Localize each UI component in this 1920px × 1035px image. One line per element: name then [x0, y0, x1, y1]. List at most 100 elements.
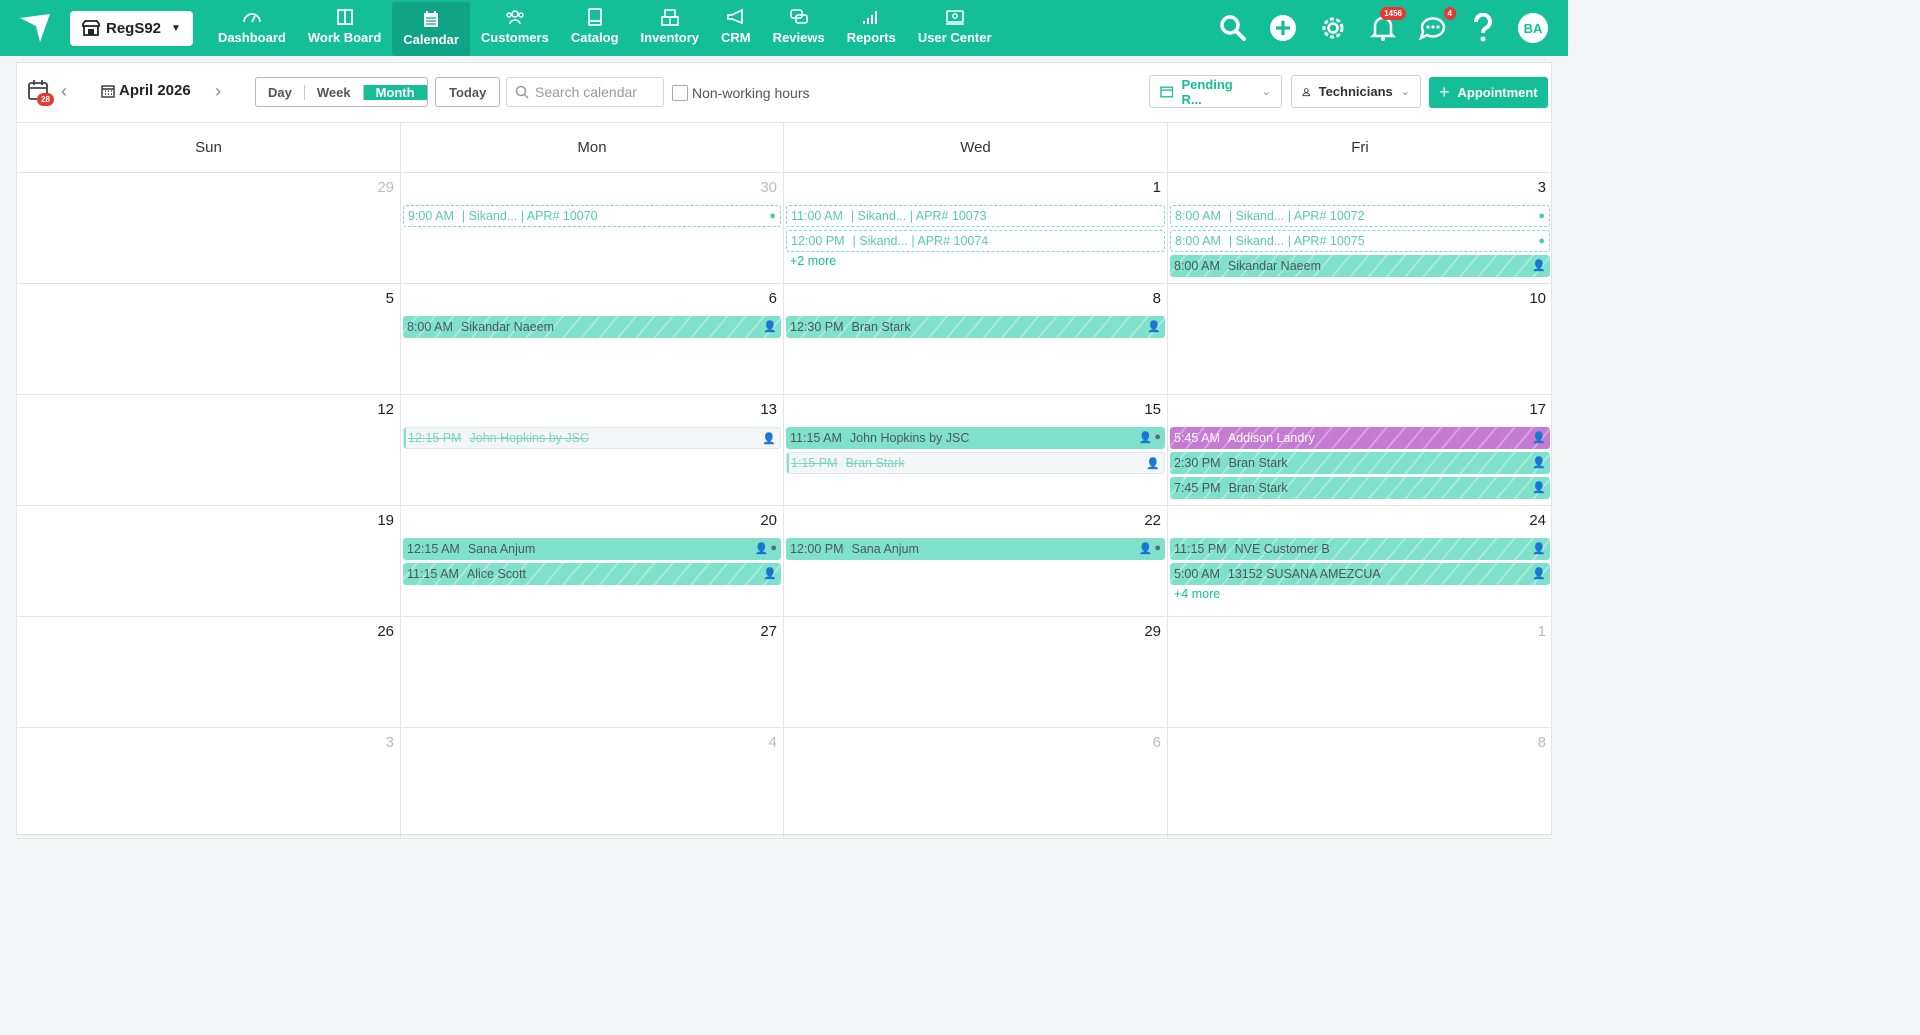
next-month-chevron-icon[interactable]: › [215, 81, 221, 102]
day-cell[interactable]: 1 [1168, 617, 1552, 727]
day-cell[interactable]: 4 [401, 728, 784, 838]
day-cell[interactable]: 20 12:15 AM Sana Anjum 👤 ● 11:15 AM Alice Scot… [401, 506, 784, 616]
view-day-button[interactable]: Day [256, 84, 305, 100]
store-selector[interactable]: RegS92 ▼ [70, 10, 193, 46]
nav-item-crm[interactable]: CRM [710, 0, 762, 54]
day-number[interactable]: 3 [1538, 179, 1546, 196]
day-cell[interactable]: 10 [1168, 284, 1552, 394]
day-cell[interactable]: 17 5:45 AM Addison Landry 👤 2:30 PM Bran Star… [1168, 395, 1552, 505]
day-number[interactable]: 27 [760, 623, 777, 640]
day-cell[interactable]: 8 12:30 PM Bran Stark 👤 [784, 284, 1168, 394]
day-cell[interactable]: 13 12:15 PM John Hopkins by JSC 👤 [401, 395, 784, 505]
day-cell[interactable]: 24 11:15 PM NVE Customer B 👤 5:00 AM 13152 SU… [1168, 506, 1552, 616]
messages-chat-icon[interactable]: 4 [1418, 7, 1456, 43]
day-number[interactable]: 1 [1538, 623, 1546, 640]
day-cell[interactable]: 6 [784, 728, 1168, 838]
day-number[interactable]: 20 [760, 512, 777, 529]
day-cell[interactable]: 27 [401, 617, 784, 727]
day-cell[interactable]: 12 [17, 395, 401, 505]
day-cell[interactable]: 8 [1168, 728, 1552, 838]
day-number[interactable]: 4 [769, 734, 777, 751]
day-number[interactable]: 8 [1153, 290, 1161, 307]
settings-gear-icon[interactable] [1318, 13, 1348, 43]
search-icon[interactable] [1218, 13, 1248, 43]
user-avatar[interactable]: BA [1518, 13, 1548, 43]
day-cell[interactable]: 29 [17, 173, 401, 283]
calendar-event[interactable]: 11:00 AM | Sikand... | APR# 10073 [786, 205, 1165, 227]
calendar-event[interactable]: 11:15 PM NVE Customer B 👤 [1170, 538, 1550, 560]
day-number[interactable]: 13 [760, 401, 777, 418]
day-cell[interactable]: 30 9:00 AM | Sikand... | APR# 10070 ● [401, 173, 784, 283]
notifications-bell-icon[interactable]: 1456 [1368, 7, 1406, 43]
pending-requests-dropdown[interactable]: Pending R... ⌄ [1149, 75, 1282, 108]
day-cell[interactable]: 3 8:00 AM | Sikand... | APR# 10072 ● 8:00 AM… [1168, 173, 1552, 283]
day-cell[interactable]: 29 [784, 617, 1168, 727]
day-cell[interactable]: 1 11:00 AM | Sikand... | APR# 10073 12:00 P… [784, 173, 1168, 283]
nav-item-inventory[interactable]: Inventory [630, 0, 711, 54]
calendar-event[interactable]: 12:30 PM Bran Stark 👤 [786, 316, 1165, 338]
calendar-event[interactable]: 12:15 AM Sana Anjum 👤 ● [403, 538, 781, 560]
day-cell[interactable]: 26 [17, 617, 401, 727]
calendar-event[interactable]: 5:45 AM Addison Landry 👤 [1170, 427, 1550, 449]
mini-calendar-button[interactable]: 28 [27, 79, 54, 106]
day-number[interactable]: 6 [769, 290, 777, 307]
calendar-event[interactable]: 2:30 PM Bran Stark 👤 [1170, 452, 1550, 474]
non-working-hours-checkbox[interactable] [672, 85, 688, 101]
calendar-event[interactable]: 5:00 AM 13152 SUSANA AMEZCUA 👤 [1170, 563, 1550, 585]
day-cell[interactable]: 15 11:15 AM John Hopkins by JSC 👤 ● 1:15 PM Br… [784, 395, 1168, 505]
nav-item-catalog[interactable]: Catalog [560, 0, 630, 54]
day-number[interactable]: 17 [1529, 401, 1546, 418]
day-number[interactable]: 30 [760, 179, 777, 196]
app-logo[interactable] [0, 0, 70, 56]
day-cell[interactable]: 22 12:00 PM Sana Anjum 👤 ● [784, 506, 1168, 616]
help-question-icon[interactable] [1468, 13, 1498, 43]
today-button[interactable]: Today [435, 77, 501, 107]
calendar-event[interactable]: 9:00 AM | Sikand... | APR# 10070 ● [403, 205, 781, 227]
day-cell[interactable]: 19 [17, 506, 401, 616]
calendar-event[interactable]: 12:15 PM John Hopkins by JSC 👤 [403, 427, 781, 449]
day-number[interactable]: 29 [377, 179, 394, 196]
nav-item-calendar[interactable]: Calendar [392, 2, 470, 56]
calendar-event[interactable]: 8:00 AM Sikandar Naeem 👤 [403, 316, 781, 338]
calendar-event[interactable]: 1:15 PM Bran Stark 👤 [786, 452, 1165, 474]
day-number[interactable]: 1 [1153, 179, 1161, 196]
add-appointment-button[interactable]: + Appointment [1429, 77, 1548, 108]
day-number[interactable]: 3 [386, 734, 394, 751]
day-number[interactable]: 24 [1529, 512, 1546, 529]
calendar-event[interactable]: 12:00 PM Sana Anjum 👤 ● [786, 538, 1165, 560]
month-picker[interactable]: April 2026 [101, 82, 191, 99]
nav-item-reports[interactable]: Reports [836, 0, 907, 54]
day-number[interactable]: 19 [377, 512, 394, 529]
day-cell[interactable]: 6 8:00 AM Sikandar Naeem 👤 [401, 284, 784, 394]
search-calendar-input[interactable]: Search calendar [506, 77, 664, 107]
day-number[interactable]: 29 [1144, 623, 1161, 640]
day-number[interactable]: 15 [1144, 401, 1161, 418]
more-events-link[interactable]: +2 more [790, 254, 1167, 268]
calendar-event[interactable]: 8:00 AM | Sikand... | APR# 10075 ● [1170, 230, 1550, 252]
calendar-event[interactable]: 8:00 AM | Sikand... | APR# 10072 ● [1170, 205, 1550, 227]
nav-item-reviews[interactable]: Reviews [762, 0, 836, 54]
more-events-link[interactable]: +4 more [1174, 587, 1552, 601]
nav-item-dashboard[interactable]: Dashboard [207, 0, 297, 54]
day-number[interactable]: 22 [1144, 512, 1161, 529]
view-month-button[interactable]: Month [363, 84, 427, 100]
day-cell[interactable]: 5 [17, 284, 401, 394]
nav-item-user-center[interactable]: User Center [907, 0, 1003, 54]
day-number[interactable]: 5 [386, 290, 394, 307]
view-week-button[interactable]: Week [305, 84, 364, 100]
calendar-event[interactable]: 12:00 PM | Sikand... | APR# 10074 [786, 230, 1165, 252]
day-number[interactable]: 26 [377, 623, 394, 640]
nav-item-work-board[interactable]: Work Board [297, 0, 392, 54]
day-number[interactable]: 10 [1529, 290, 1546, 307]
add-circle-icon[interactable] [1268, 13, 1298, 43]
nav-item-customers[interactable]: Customers [470, 0, 560, 54]
day-number[interactable]: 6 [1153, 734, 1161, 751]
non-working-hours-toggle[interactable]: Non-working hours [672, 85, 810, 101]
prev-month-chevron-icon[interactable]: ‹ [61, 81, 67, 102]
calendar-event[interactable]: 11:15 AM John Hopkins by JSC 👤 ● [786, 427, 1165, 449]
calendar-event[interactable]: 7:45 PM Bran Stark 👤 [1170, 477, 1550, 499]
day-number[interactable]: 12 [377, 401, 394, 418]
day-cell[interactable]: 3 [17, 728, 401, 838]
technicians-dropdown[interactable]: Technicians ⌄ [1291, 75, 1421, 108]
calendar-event[interactable]: 11:15 AM Alice Scott 👤 [403, 563, 781, 585]
